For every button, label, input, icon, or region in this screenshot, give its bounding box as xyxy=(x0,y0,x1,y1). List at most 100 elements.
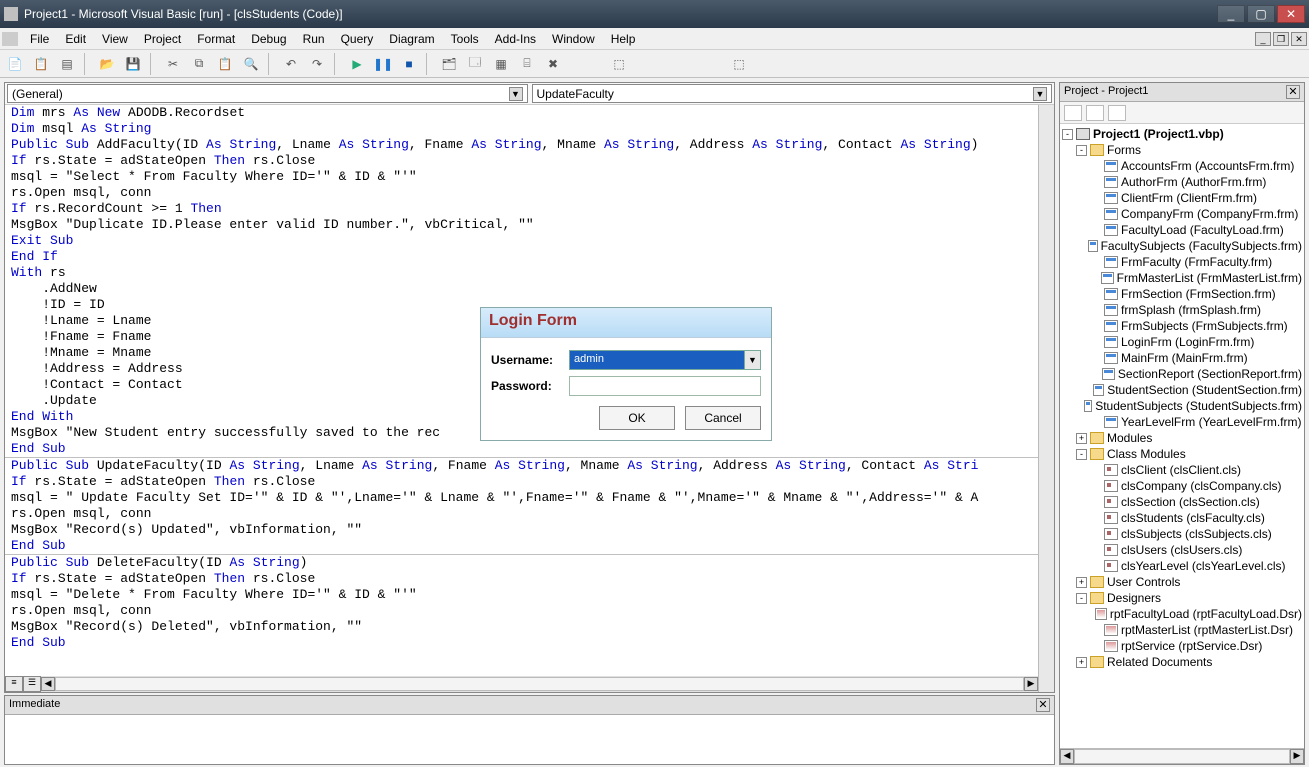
properties-button[interactable]: 🗔 xyxy=(464,53,486,75)
add-project-button[interactable]: 📄 xyxy=(4,53,26,75)
start-button[interactable]: ▶ xyxy=(346,53,368,75)
password-input[interactable] xyxy=(569,376,761,396)
tree-form-item[interactable]: AccountsFrm (AccountsFrm.frm) xyxy=(1062,158,1302,174)
close-button[interactable]: ✕ xyxy=(1277,5,1305,23)
add-form-button[interactable]: 📋 xyxy=(30,53,52,75)
menu-help[interactable]: Help xyxy=(603,30,644,48)
menu-file[interactable]: File xyxy=(22,30,57,48)
tree-form-item[interactable]: ClientFrm (ClientFrm.frm) xyxy=(1062,190,1302,206)
view-object-button[interactable] xyxy=(1086,105,1104,121)
menu-format[interactable]: Format xyxy=(189,30,243,48)
tree-form-item[interactable]: YearLevelFrm (YearLevelFrm.frm) xyxy=(1062,414,1302,430)
data-view-button[interactable]: ⬚ xyxy=(608,53,630,75)
mdi-minimize-button[interactable]: _ xyxy=(1255,32,1271,46)
tree-form-item[interactable]: FrmMasterList (FrmMasterList.frm) xyxy=(1062,270,1302,286)
tree-class-item[interactable]: clsYearLevel (clsYearLevel.cls) xyxy=(1062,558,1302,574)
tree-related-folder[interactable]: +Related Documents xyxy=(1062,654,1302,670)
end-button[interactable]: ■ xyxy=(398,53,420,75)
tree-class-item[interactable]: clsSection (clsSection.cls) xyxy=(1062,494,1302,510)
tree-twist-icon[interactable]: + xyxy=(1076,577,1087,588)
toolbox-button[interactable]: ✖ xyxy=(542,53,564,75)
tree-usercontrols-folder[interactable]: +User Controls xyxy=(1062,574,1302,590)
tree-form-item[interactable]: FrmFaculty (FrmFaculty.frm) xyxy=(1062,254,1302,270)
copy-button[interactable]: ⧉ xyxy=(188,53,210,75)
tree-twist-icon[interactable]: + xyxy=(1076,433,1087,444)
menu-addins[interactable]: Add-Ins xyxy=(487,30,544,48)
tree-form-item[interactable]: MainFrm (MainFrm.frm) xyxy=(1062,350,1302,366)
menu-tools[interactable]: Tools xyxy=(443,30,487,48)
menu-project[interactable]: Project xyxy=(136,30,189,48)
menu-diagram[interactable]: Diagram xyxy=(381,30,442,48)
code-horizontal-scrollbar[interactable]: ≡ ☰ ◀ ▶ xyxy=(5,676,1038,692)
tree-class-item[interactable]: clsCompany (clsCompany.cls) xyxy=(1062,478,1302,494)
tree-class-item[interactable]: clsClient (clsClient.cls) xyxy=(1062,462,1302,478)
form-layout-button[interactable]: ▦ xyxy=(490,53,512,75)
tree-forms-folder[interactable]: -Forms xyxy=(1062,142,1302,158)
object-browser-button[interactable]: ⌸ xyxy=(516,53,538,75)
immediate-close-button[interactable]: ✕ xyxy=(1036,698,1050,712)
procedure-view-button[interactable]: ≡ xyxy=(5,676,23,692)
cancel-button[interactable]: Cancel xyxy=(685,406,761,430)
tree-twist-icon[interactable]: + xyxy=(1076,657,1087,668)
tree-form-item[interactable]: AuthorFrm (AuthorFrm.frm) xyxy=(1062,174,1302,190)
full-module-view-button[interactable]: ☰ xyxy=(23,676,41,692)
project-horizontal-scrollbar[interactable]: ◀ ▶ xyxy=(1060,748,1304,764)
username-combobox[interactable]: admin ▼ xyxy=(569,350,761,370)
menu-editor-button[interactable]: ▤ xyxy=(56,53,78,75)
procedure-dropdown[interactable]: UpdateFaculty ▼ xyxy=(532,84,1053,103)
menu-window[interactable]: Window xyxy=(544,30,603,48)
break-button[interactable]: ❚❚ xyxy=(372,53,394,75)
immediate-input[interactable] xyxy=(5,715,1054,764)
tree-class-item[interactable]: clsSubjects (clsSubjects.cls) xyxy=(1062,526,1302,542)
save-button[interactable]: 💾 xyxy=(122,53,144,75)
tree-designer-item[interactable]: rptFacultyLoad (rptFacultyLoad.Dsr) xyxy=(1062,606,1302,622)
undo-button[interactable]: ↶ xyxy=(280,53,302,75)
tree-designers-folder[interactable]: -Designers xyxy=(1062,590,1302,606)
tree-project-root[interactable]: -Project1 (Project1.vbp) xyxy=(1062,126,1302,142)
menu-edit[interactable]: Edit xyxy=(57,30,94,48)
tree-designer-item[interactable]: rptMasterList (rptMasterList.Dsr) xyxy=(1062,622,1302,638)
paste-button[interactable]: 📋 xyxy=(214,53,236,75)
view-code-button[interactable] xyxy=(1064,105,1082,121)
tree-twist-icon[interactable]: - xyxy=(1076,593,1087,604)
minimize-button[interactable]: _ xyxy=(1217,5,1245,23)
tree-form-item[interactable]: LoginFrm (LoginFrm.frm) xyxy=(1062,334,1302,350)
find-button[interactable]: 🔍 xyxy=(240,53,262,75)
tree-twist-icon[interactable]: - xyxy=(1076,145,1087,156)
cut-button[interactable]: ✂ xyxy=(162,53,184,75)
tree-label: clsSection (clsSection.cls) xyxy=(1121,494,1260,510)
tree-twist-icon[interactable]: - xyxy=(1062,129,1073,140)
tree-form-item[interactable]: CompanyFrm (CompanyFrm.frm) xyxy=(1062,206,1302,222)
tree-classmodules-folder[interactable]: -Class Modules xyxy=(1062,446,1302,462)
tree-class-item[interactable]: clsUsers (clsUsers.cls) xyxy=(1062,542,1302,558)
mdi-restore-button[interactable]: ❐ xyxy=(1273,32,1289,46)
open-button[interactable]: 📂 xyxy=(96,53,118,75)
redo-button[interactable]: ↷ xyxy=(306,53,328,75)
menu-debug[interactable]: Debug xyxy=(243,30,294,48)
tree-modules-folder[interactable]: +Modules xyxy=(1062,430,1302,446)
menu-run[interactable]: Run xyxy=(295,30,333,48)
mdi-close-button[interactable]: ✕ xyxy=(1291,32,1307,46)
tree-form-item[interactable]: FacultyLoad (FacultyLoad.frm) xyxy=(1062,222,1302,238)
tree-form-item[interactable]: StudentSection (StudentSection.frm) xyxy=(1062,382,1302,398)
tree-class-item[interactable]: clsStudents (clsFaculty.cls) xyxy=(1062,510,1302,526)
tree-form-item[interactable]: FacultySubjects (FacultySubjects.frm) xyxy=(1062,238,1302,254)
project-explorer-button[interactable]: 🗂 xyxy=(438,53,460,75)
project-panel-close-button[interactable]: ✕ xyxy=(1286,85,1300,99)
tree-twist-icon[interactable]: - xyxy=(1076,449,1087,460)
tree-form-item[interactable]: FrmSection (FrmSection.frm) xyxy=(1062,286,1302,302)
ok-button[interactable]: OK xyxy=(599,406,675,430)
tree-form-item[interactable]: FrmSubjects (FrmSubjects.frm) xyxy=(1062,318,1302,334)
tree-form-item[interactable]: StudentSubjects (StudentSubjects.frm) xyxy=(1062,398,1302,414)
toggle-folders-button[interactable] xyxy=(1108,105,1126,121)
project-tree[interactable]: -Project1 (Project1.vbp)-FormsAccountsFr… xyxy=(1060,124,1304,748)
tree-form-item[interactable]: SectionReport (SectionReport.frm) xyxy=(1062,366,1302,382)
tree-designer-item[interactable]: rptService (rptService.Dsr) xyxy=(1062,638,1302,654)
menu-view[interactable]: View xyxy=(94,30,136,48)
maximize-button[interactable]: ▢ xyxy=(1247,5,1275,23)
menu-query[interactable]: Query xyxy=(333,30,382,48)
tree-form-item[interactable]: frmSplash (frmSplash.frm) xyxy=(1062,302,1302,318)
code-vertical-scrollbar[interactable] xyxy=(1038,105,1054,692)
object-dropdown[interactable]: (General) ▼ xyxy=(7,84,528,103)
component-button[interactable]: ⬚ xyxy=(728,53,750,75)
